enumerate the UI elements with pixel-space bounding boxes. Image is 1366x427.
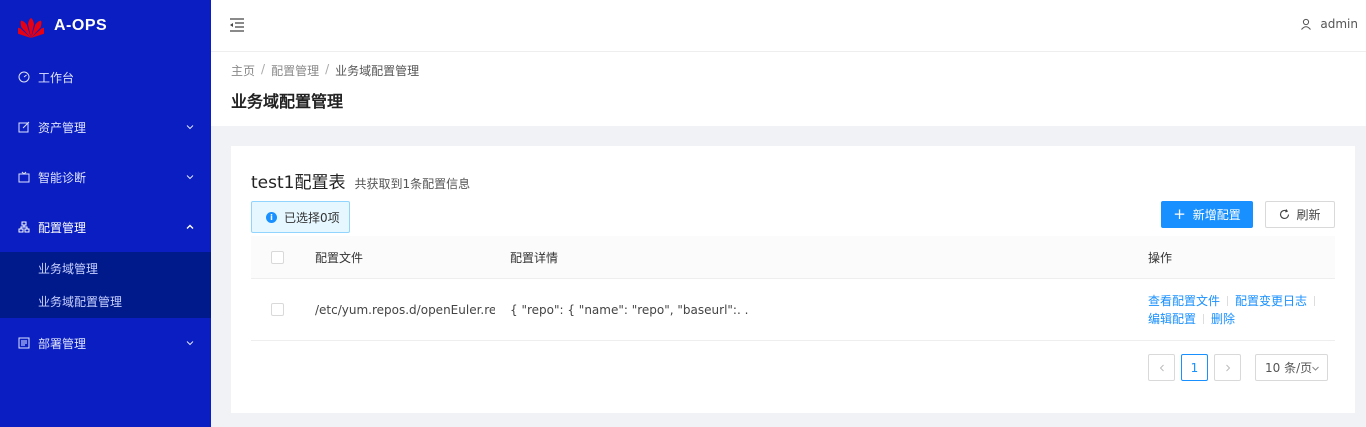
select-all-cell xyxy=(271,236,284,278)
config-table: 配置文件 配置详情 操作 /etc/yum.repos.d/openEuler.… xyxy=(251,236,1335,341)
huawei-logo-icon xyxy=(18,18,44,38)
edit-config-link[interactable]: 编辑配置 xyxy=(1148,310,1196,328)
app-name: A-OPS xyxy=(54,17,108,34)
divider xyxy=(1227,295,1229,306)
config-submenu: 业务域管理 业务域配置管理 xyxy=(0,252,211,318)
sidebar-item-deploy[interactable]: 部署管理 xyxy=(0,318,211,368)
delete-link[interactable]: 删除 xyxy=(1211,310,1235,328)
row-checkbox[interactable] xyxy=(271,303,284,316)
select-all-checkbox[interactable] xyxy=(271,250,284,264)
page-header: 主页 / 配置管理 / 业务域配置管理 业务域配置管理 xyxy=(211,52,1366,126)
chevron-down-icon xyxy=(186,125,194,130)
prev-page-button[interactable] xyxy=(1148,354,1175,381)
breadcrumb: 主页 / 配置管理 / 业务域配置管理 xyxy=(231,62,419,79)
selection-alert: i 已选择0项 xyxy=(251,201,350,233)
username: admin xyxy=(1320,17,1358,31)
change-log-link[interactable]: 配置变更日志 xyxy=(1235,292,1307,310)
info-icon: i xyxy=(266,211,277,223)
config-detail: { "repo": { "name": "repo", "baseurl":. … xyxy=(510,302,749,317)
card-title: test1配置表 共获取到1条配置信息 xyxy=(251,168,470,193)
dashboard-icon xyxy=(18,71,30,83)
sidebar-item-assets[interactable]: 资产管理 xyxy=(0,102,211,152)
table-row: /etc/yum.repos.d/openEuler.repo { "repo"… xyxy=(251,279,1335,341)
chevron-up-icon xyxy=(186,224,194,229)
sidebar-item-label: 智能诊断 xyxy=(38,170,87,185)
record-count: 共获取到1条配置信息 xyxy=(354,177,471,191)
cluster-icon xyxy=(18,221,30,233)
sidebar-item-domain-config[interactable]: 业务域配置管理 xyxy=(0,285,211,318)
brand[interactable]: A-OPS xyxy=(0,0,211,52)
sidebar-item-domain-manage[interactable]: 业务域管理 xyxy=(0,252,211,285)
column-header-detail: 配置详情 xyxy=(510,250,559,265)
sidebar-item-label: 业务域管理 xyxy=(38,262,99,276)
column-header-actions: 操作 xyxy=(1148,250,1173,265)
selection-text: 已选择0项 xyxy=(284,210,340,225)
user-menu[interactable]: admin xyxy=(1300,17,1358,31)
sidebar-item-label: 资产管理 xyxy=(38,120,87,135)
sidebar-item-config[interactable]: 配置管理 xyxy=(0,202,211,252)
sidebar-item-label: 业务域配置管理 xyxy=(38,295,123,309)
breadcrumb-home[interactable]: 主页 xyxy=(231,62,255,79)
sidebar-item-dashboard[interactable]: 工作台 xyxy=(0,52,211,102)
add-config-label: 新增配置 xyxy=(1192,208,1241,222)
actions-line: 编辑配置 删除 xyxy=(1148,310,1235,328)
menu-fold-icon[interactable] xyxy=(229,17,245,33)
chevron-down-icon xyxy=(1312,366,1319,371)
chevron-right-icon xyxy=(1225,364,1230,371)
monitor-icon xyxy=(18,171,30,183)
page-number[interactable]: 1 xyxy=(1181,354,1208,381)
breadcrumb-separator: / xyxy=(325,62,330,76)
chevron-down-icon xyxy=(186,175,194,180)
next-page-button[interactable] xyxy=(1214,354,1241,381)
view-config-link[interactable]: 查看配置文件 xyxy=(1148,292,1220,310)
actions-line: 查看配置文件 配置变更日志 xyxy=(1148,292,1322,310)
sidebar: A-OPS 工作台 资产管理 智能诊断 配置管理 业务域管理 业务域配置管理 部… xyxy=(0,0,211,427)
config-file-path: /etc/yum.repos.d/openEuler.repo xyxy=(315,302,495,317)
sidebar-item-label: 部署管理 xyxy=(38,336,87,351)
divider xyxy=(1203,313,1205,324)
plus-icon: + xyxy=(1173,205,1186,223)
refresh-label: 刷新 xyxy=(1296,208,1321,222)
chevron-left-icon xyxy=(1159,364,1164,371)
user-icon xyxy=(1301,18,1312,30)
top-header: admin xyxy=(211,0,1366,52)
sidebar-item-label: 配置管理 xyxy=(38,220,87,235)
breadcrumb-config[interactable]: 配置管理 xyxy=(271,62,319,79)
table-header: 配置文件 配置详情 操作 xyxy=(251,236,1335,279)
refresh-button[interactable]: 刷新 xyxy=(1265,201,1335,228)
divider xyxy=(1314,295,1316,306)
row-select-cell xyxy=(271,279,284,340)
page-size-value: 10 条/页 xyxy=(1265,361,1313,375)
table-name: test1配置表 xyxy=(251,173,346,193)
add-config-button[interactable]: + 新增配置 xyxy=(1161,201,1253,228)
config-table-card: test1配置表 共获取到1条配置信息 i 已选择0项 + 新增配置 刷新 配置… xyxy=(231,146,1355,413)
row-actions: 查看配置文件 配置变更日志 编辑配置 删除 xyxy=(1148,279,1322,340)
page-title: 业务域配置管理 xyxy=(231,92,344,111)
breadcrumb-separator: / xyxy=(261,62,266,76)
breadcrumb-current: 业务域配置管理 xyxy=(335,64,420,78)
sidebar-item-label: 工作台 xyxy=(38,70,75,85)
chevron-down-icon xyxy=(186,341,194,346)
sidebar-item-diagnosis[interactable]: 智能诊断 xyxy=(0,152,211,202)
column-header-file: 配置文件 xyxy=(315,250,364,265)
page-size-select[interactable]: 10 条/页 xyxy=(1255,354,1328,381)
edit-icon xyxy=(18,121,30,133)
refresh-icon xyxy=(1280,209,1290,220)
deploy-icon xyxy=(18,337,30,349)
pagination: 1 10 条/页 xyxy=(1148,354,1328,381)
